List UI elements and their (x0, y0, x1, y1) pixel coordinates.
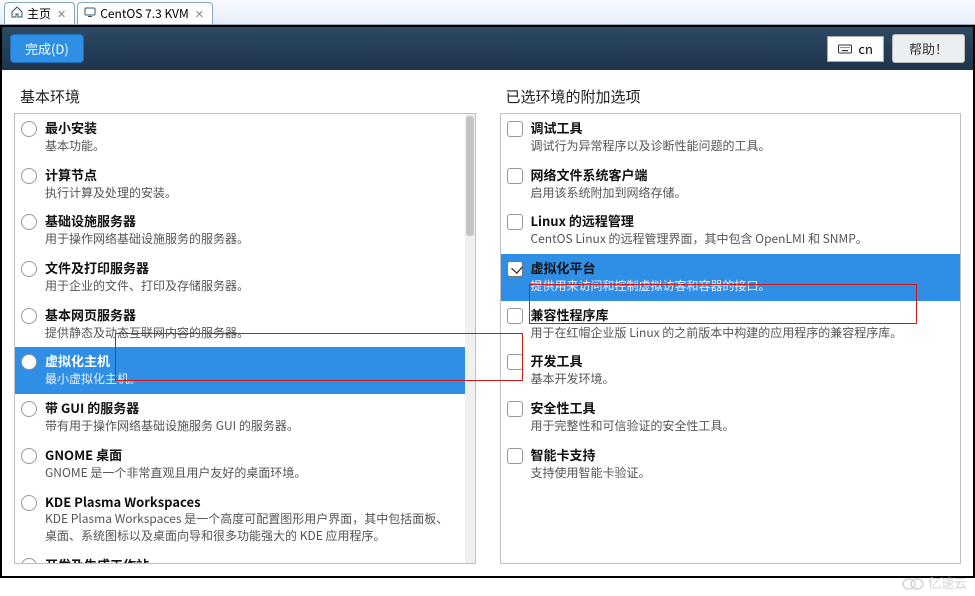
keyboard-icon (838, 42, 852, 56)
checkbox-icon (507, 448, 523, 464)
radio-icon (21, 308, 37, 324)
option-desc: 执行计算及处理的安装。 (45, 185, 455, 202)
option-desc: 启用该系统附加到网络存储。 (531, 185, 951, 202)
radio-icon (21, 261, 37, 277)
radio-icon (21, 214, 37, 230)
base-environment-column: 基本环境 最小安装基本功能。计算节点执行计算及处理的安装。基础设施服务器用于操作… (14, 86, 476, 564)
done-button[interactable]: 完成(D) (10, 34, 84, 63)
option-title: 虚拟化平台 (531, 260, 951, 277)
tab-label: 主页 (27, 5, 51, 22)
browser-tab-bar: 主页 ✕ CentOS 7.3 KVM ✕ (0, 0, 975, 25)
checkbox-icon (507, 261, 523, 277)
installer-window: 完成(D) cn 帮助！ 基本环境 最小安装基本功能。计算节点执行计算及处理的安… (0, 25, 975, 578)
radio-icon (21, 168, 37, 184)
option-title: 调试工具 (531, 120, 951, 137)
radio-icon (21, 401, 37, 417)
option-title: 基础设施服务器 (45, 213, 455, 230)
option-desc: 用于在红帽企业版 Linux 的之前版本中构建的应用程序的兼容程序库。 (531, 325, 951, 342)
option-title: 开发及生成工作站 (45, 557, 455, 564)
tab-vm[interactable]: CentOS 7.3 KVM ✕ (77, 2, 213, 24)
close-icon[interactable]: ✕ (55, 6, 68, 22)
radio-icon (21, 121, 37, 137)
addon-option[interactable]: 网络文件系统客户端启用该系统附加到网络存储。 (501, 161, 961, 208)
close-icon[interactable]: ✕ (193, 6, 206, 22)
option-title: 基本网页服务器 (45, 307, 455, 324)
keyboard-layout-indicator[interactable]: cn (827, 36, 884, 62)
software-selection-content: 基本环境 最小安装基本功能。计算节点执行计算及处理的安装。基础设施服务器用于操作… (2, 70, 973, 576)
environment-option[interactable]: GNOME 桌面GNOME 是一个非常直观且用户友好的桌面环境。 (15, 441, 465, 488)
option-title: 虚拟化主机 (45, 353, 455, 370)
environment-option[interactable]: 开发及生成工作站用于软件、硬件、图形或者内容开发的工作站。 (15, 551, 465, 564)
option-desc: 用于操作网络基础设施服务的服务器。 (45, 231, 455, 248)
option-desc: 用于企业的文件、打印及存储服务器。 (45, 278, 455, 295)
environment-option[interactable]: 基本网页服务器提供静态及动态互联网内容的服务器。 (15, 301, 465, 348)
option-title: 文件及打印服务器 (45, 260, 455, 277)
option-title: 带 GUI 的服务器 (45, 400, 455, 417)
keyboard-layout-label: cn (858, 39, 873, 58)
checkbox-icon (507, 308, 523, 324)
environment-option[interactable]: 带 GUI 的服务器带有用于操作网络基础设施服务 GUI 的服务器。 (15, 394, 465, 441)
radio-icon (21, 558, 37, 564)
addon-option[interactable]: 开发工具基本开发环境。 (501, 347, 961, 394)
option-desc: KDE Plasma Workspaces 是一个高度可配置图形用户界面，其中包… (45, 511, 455, 545)
option-title: Linux 的远程管理 (531, 213, 951, 230)
option-title: 计算节点 (45, 167, 455, 184)
radio-icon (21, 448, 37, 464)
option-desc: 用于完整性和可信验证的安全性工具。 (531, 418, 951, 435)
checkbox-icon (507, 354, 523, 370)
vm-icon (84, 5, 96, 22)
home-icon (11, 5, 23, 22)
option-desc: 提供静态及动态互联网内容的服务器。 (45, 325, 455, 342)
option-title: 安全性工具 (531, 400, 951, 417)
option-desc: 带有用于操作网络基础设施服务 GUI 的服务器。 (45, 418, 455, 435)
checkbox-icon (507, 214, 523, 230)
checkbox-icon (507, 168, 523, 184)
addons-column: 已选环境的附加选项 调试工具调试行为异常程序以及诊断性能问题的工具。网络文件系统… (500, 86, 962, 564)
option-desc: GNOME 是一个非常直观且用户友好的桌面环境。 (45, 465, 455, 482)
addon-option[interactable]: 调试工具调试行为异常程序以及诊断性能问题的工具。 (501, 114, 961, 161)
environment-option[interactable]: 计算节点执行计算及处理的安装。 (15, 161, 465, 208)
checkbox-icon (507, 401, 523, 417)
help-button[interactable]: 帮助！ (892, 34, 965, 63)
option-desc: 提供用来访问和控制虚拟访客和容器的接口。 (531, 278, 951, 295)
addon-option[interactable]: 兼容性程序库用于在红帽企业版 Linux 的之前版本中构建的应用程序的兼容程序库… (501, 301, 961, 348)
installer-header: 完成(D) cn 帮助！ (2, 27, 973, 70)
column-title: 基本环境 (20, 86, 476, 107)
radio-icon (21, 354, 37, 370)
option-desc: 最小虚拟化主机。 (45, 371, 455, 388)
addon-option[interactable]: 安全性工具用于完整性和可信验证的安全性工具。 (501, 394, 961, 441)
option-title: 开发工具 (531, 353, 951, 370)
addon-option[interactable]: 智能卡支持支持使用智能卡验证。 (501, 441, 961, 488)
scrollbar[interactable] (465, 114, 475, 563)
option-title: 兼容性程序库 (531, 307, 951, 324)
tab-home[interactable]: 主页 ✕ (4, 2, 75, 24)
option-title: 网络文件系统客户端 (531, 167, 951, 184)
environment-option[interactable]: 虚拟化主机最小虚拟化主机。 (15, 347, 465, 394)
addon-option[interactable]: 虚拟化平台提供用来访问和控制虚拟访客和容器的接口。 (501, 254, 961, 301)
environment-option[interactable]: 最小安装基本功能。 (15, 114, 465, 161)
addon-option[interactable]: Linux 的远程管理CentOS Linux 的远程管理界面，其中包含 Ope… (501, 207, 961, 254)
option-desc: 调试行为异常程序以及诊断性能问题的工具。 (531, 138, 951, 155)
option-desc: CentOS Linux 的远程管理界面，其中包含 OpenLMI 和 SNMP… (531, 231, 951, 248)
watermark-text: 亿速云 (928, 573, 967, 592)
environment-list: 最小安装基本功能。计算节点执行计算及处理的安装。基础设施服务器用于操作网络基础设… (14, 113, 476, 564)
option-title: KDE Plasma Workspaces (45, 494, 455, 511)
option-title: 最小安装 (45, 120, 455, 137)
option-desc: 支持使用智能卡验证。 (531, 465, 951, 482)
option-desc: 基本功能。 (45, 138, 455, 155)
column-title: 已选环境的附加选项 (506, 86, 962, 107)
option-desc: 基本开发环境。 (531, 371, 951, 388)
radio-icon (21, 495, 37, 511)
environment-option[interactable]: KDE Plasma WorkspacesKDE Plasma Workspac… (15, 488, 465, 551)
environment-option[interactable]: 文件及打印服务器用于企业的文件、打印及存储服务器。 (15, 254, 465, 301)
addon-list: 调试工具调试行为异常程序以及诊断性能问题的工具。网络文件系统客户端启用该系统附加… (500, 113, 962, 564)
option-title: GNOME 桌面 (45, 447, 455, 464)
environment-option[interactable]: 基础设施服务器用于操作网络基础设施服务的服务器。 (15, 207, 465, 254)
option-title: 智能卡支持 (531, 447, 951, 464)
checkbox-icon (507, 121, 523, 137)
tab-label: CentOS 7.3 KVM (100, 5, 188, 22)
scroll-thumb[interactable] (466, 116, 474, 236)
watermark: 亿速云 (902, 573, 967, 592)
